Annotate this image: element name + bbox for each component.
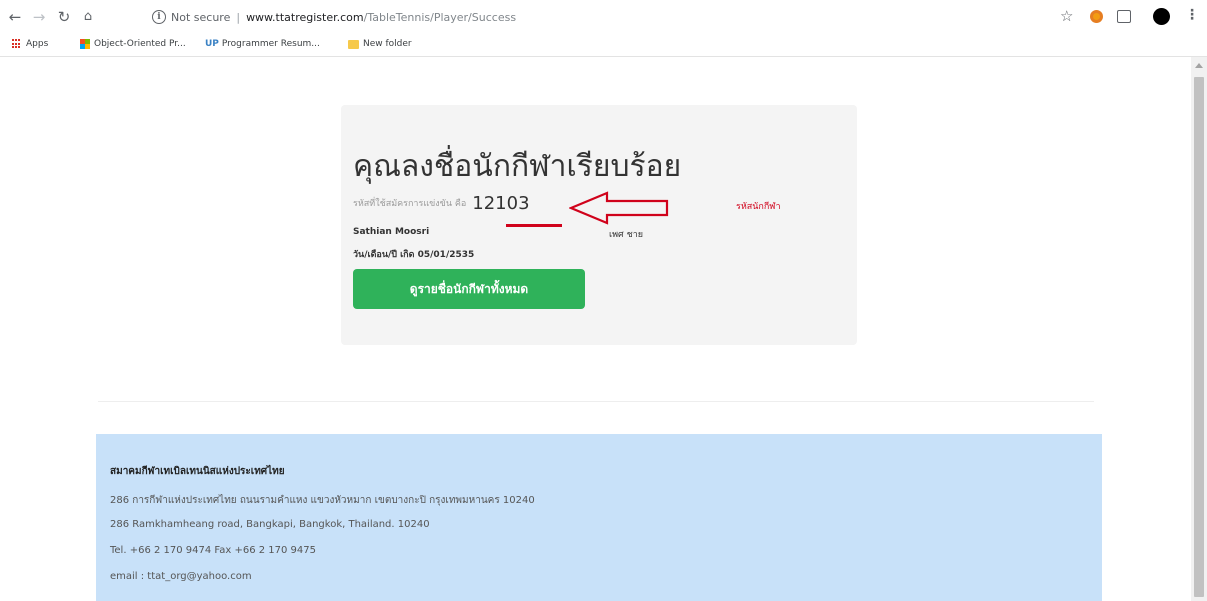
bookmark-oop[interactable]: Object-Oriented Pr...: [80, 39, 186, 49]
bookmark-apps[interactable]: Apps: [12, 39, 48, 49]
player-sex: เพศ ชาย: [609, 230, 644, 240]
menu-icon[interactable]: ⋮: [1185, 7, 1199, 23]
footer: สมาคมกีฬาเทเบิลเทนนิสแห่งประเทศไทย 286 ก…: [96, 434, 1102, 601]
security-label: Not secure: [171, 10, 231, 24]
url-path: /TableTennis/Player/Success: [363, 10, 517, 24]
scrollbar[interactable]: [1191, 57, 1207, 601]
footer-email[interactable]: email : ttat_org@yahoo.com: [110, 571, 252, 582]
success-card: คุณลงชื่อนักกีฬาเรียบร้อย รหัสที่ใช้สมัค…: [341, 105, 857, 345]
bookmark-label: Programmer Resum...: [221, 39, 320, 49]
bookmark-new-folder[interactable]: New folder: [348, 39, 412, 49]
footer-address-th: 286 การกีฬาแห่งประเทศไทย ถนนรามคำแหง แขว…: [110, 495, 535, 506]
player-code-value: 12103: [472, 193, 530, 214]
forward-icon[interactable]: →: [30, 8, 48, 26]
profile-avatar[interactable]: [1153, 8, 1170, 25]
scroll-thumb[interactable]: [1194, 77, 1204, 597]
apps-grid-icon: [12, 39, 22, 49]
back-icon[interactable]: ←: [6, 8, 24, 26]
microsoft-logo-icon: [80, 39, 90, 49]
url-host: www.ttatregister.com: [246, 10, 364, 24]
bookmark-label: Object-Oriented Pr...: [94, 39, 186, 49]
bookmark-programmer[interactable]: UP Programmer Resum...: [205, 39, 320, 49]
bookmarks-bar: Apps Object-Oriented Pr... UP Programmer…: [0, 34, 1207, 56]
browser-toolbar: ← → ↻ ⌂ i Not secure | www.ttatregister.…: [0, 0, 1207, 34]
player-code-annotation: รหัสนักกีฬา: [736, 202, 781, 212]
section-divider: [98, 401, 1094, 402]
player-code-label: รหัสที่ใช้สมัครการแข่งขัน คือ: [353, 199, 467, 209]
extension-icon[interactable]: [1090, 10, 1103, 23]
folder-icon: [348, 39, 359, 49]
home-icon[interactable]: ⌂: [79, 8, 97, 26]
url-separator: |: [236, 10, 241, 24]
address-bar[interactable]: i Not secure | www.ttatregister.com /Tab…: [152, 6, 1032, 28]
scroll-up-arrow-icon[interactable]: [1195, 63, 1203, 68]
upwork-icon: UP: [205, 39, 219, 49]
reload-icon[interactable]: ↻: [55, 8, 73, 26]
chrome-divider: [0, 56, 1207, 57]
player-name: Sathian Moosri: [353, 227, 430, 237]
view-all-players-button[interactable]: ดูรายชื่อนักกีฬาทั้งหมด: [353, 269, 585, 309]
bookmark-label: Apps: [26, 39, 49, 49]
code-underline-annotation: [506, 224, 562, 227]
left-arrow-annotation-icon: [569, 191, 669, 225]
footer-org-name: สมาคมกีฬาเทเบิลเทนนิสแห่งประเทศไทย: [110, 466, 285, 477]
bookmark-star-icon[interactable]: ☆: [1060, 7, 1073, 25]
footer-address-en: 286 Ramkhamheang road, Bangkapi, Bangkok…: [110, 519, 430, 530]
bookmark-label: New folder: [363, 39, 412, 49]
page-title: คุณลงชื่อนักกีฬาเรียบร้อย: [353, 149, 682, 184]
info-icon[interactable]: i: [152, 10, 166, 24]
cast-icon[interactable]: [1117, 10, 1131, 23]
player-dob: วัน/เดือน/ปี เกิด 05/01/2535: [353, 250, 475, 260]
player-code-row: รหัสที่ใช้สมัครการแข่งขัน คือ 12103: [353, 193, 530, 214]
footer-phone: Tel. +66 2 170 9474 Fax +66 2 170 9475: [110, 545, 317, 556]
